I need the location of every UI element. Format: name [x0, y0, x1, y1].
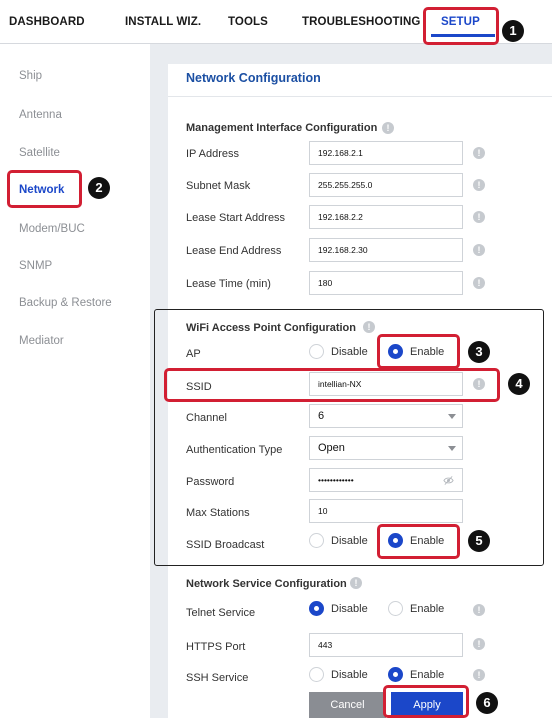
sidebar-item-ship[interactable]: Ship — [19, 70, 42, 82]
sidebar-item-snmp[interactable]: SNMP — [19, 260, 52, 272]
cancel-button[interactable]: Cancel — [309, 692, 386, 718]
ip-address-label: IP Address — [186, 148, 239, 160]
lease-time-label: Lease Time (min) — [186, 278, 271, 290]
max-stations-label: Max Stations — [186, 507, 250, 519]
ssid-row-highlight — [164, 368, 500, 402]
app: DASHBOARD INSTALL WIZ. TOOLS TROUBLESHOO… — [0, 0, 552, 718]
ap-disable-label: Disable — [331, 346, 368, 358]
tab-troubleshooting[interactable]: TROUBLESHOOTING — [302, 16, 420, 28]
ssh-disable-label: Disable — [331, 669, 368, 681]
sidebar-item-mediator[interactable]: Mediator — [19, 335, 64, 347]
ip-address-input[interactable]: 192.168.2.1 — [309, 141, 463, 165]
tab-dashboard[interactable]: DASHBOARD — [9, 16, 85, 28]
lease-time-input[interactable]: 180 — [309, 271, 463, 295]
step-marker-4: 4 — [508, 373, 530, 395]
password-input[interactable]: •••••••••••• — [309, 468, 463, 492]
info-icon[interactable]: ! — [473, 211, 485, 223]
telnet-disable-label: Disable — [331, 603, 368, 615]
ssid-broadcast-enable-highlight — [377, 524, 460, 559]
auth-type-value: Open — [318, 442, 345, 454]
ap-label: AP — [186, 348, 201, 360]
lease-start-input[interactable]: 192.168.2.2 — [309, 205, 463, 229]
subnet-mask-input[interactable]: 255.255.255.0 — [309, 173, 463, 197]
service-section-title: Network Service Configuration — [186, 578, 347, 590]
step-marker-5: 5 — [468, 530, 490, 552]
chevron-down-icon — [448, 414, 456, 419]
step-marker-6: 6 — [476, 692, 498, 714]
telnet-label: Telnet Service — [186, 607, 256, 619]
password-value: •••••••••••• — [318, 475, 354, 485]
apply-button-highlight — [383, 685, 469, 718]
channel-label: Channel — [186, 412, 227, 424]
title-divider — [168, 96, 552, 97]
auth-type-label: Authentication Type — [186, 444, 283, 456]
info-icon[interactable]: ! — [473, 147, 485, 159]
lease-start-label: Lease Start Address — [186, 212, 286, 224]
step-marker-3: 3 — [468, 341, 490, 363]
info-icon[interactable]: ! — [473, 638, 485, 650]
setup-tab-highlight — [423, 7, 499, 45]
info-icon[interactable]: ! — [382, 122, 394, 134]
telnet-enable-label: Enable — [410, 603, 445, 615]
lease-end-label: Lease End Address — [186, 245, 282, 257]
management-section-title: Management Interface Configuration — [186, 122, 378, 134]
ssid-broadcast-disable-radio[interactable] — [309, 533, 324, 548]
ssh-enable-label: Enable — [410, 669, 445, 681]
network-item-highlight — [7, 170, 82, 208]
max-stations-input[interactable]: 10 — [309, 499, 463, 523]
telnet-disable-radio[interactable] — [309, 601, 324, 616]
tab-install-wiz[interactable]: INSTALL WIZ. — [125, 16, 201, 28]
info-icon[interactable]: ! — [473, 179, 485, 191]
sidebar-item-antenna[interactable]: Antenna — [19, 109, 62, 121]
ssh-disable-radio[interactable] — [309, 667, 324, 682]
info-icon[interactable]: ! — [473, 604, 485, 616]
step-marker-2: 2 — [88, 177, 110, 199]
ssh-label: SSH Service — [186, 672, 249, 684]
wifi-section-title: WiFi Access Point Configuration — [186, 322, 357, 334]
info-icon[interactable]: ! — [473, 277, 485, 289]
telnet-enable-radio[interactable] — [388, 601, 403, 616]
auth-type-select[interactable]: Open — [309, 436, 463, 460]
tab-tools[interactable]: TOOLS — [228, 16, 268, 28]
eye-icon[interactable] — [443, 475, 454, 486]
page-title: Network Configuration — [186, 71, 321, 85]
lease-end-input[interactable]: 192.168.2.30 — [309, 238, 463, 262]
step-marker-1: 1 — [502, 20, 524, 42]
info-icon[interactable]: ! — [363, 321, 375, 333]
info-icon[interactable]: ! — [473, 244, 485, 256]
channel-value: 6 — [318, 410, 325, 422]
subnet-mask-label: Subnet Mask — [186, 180, 251, 192]
sidebar-item-satellite[interactable]: Satellite — [19, 147, 60, 159]
ssh-enable-radio[interactable] — [388, 667, 403, 682]
sidebar-item-backup-restore[interactable]: Backup & Restore — [19, 297, 112, 309]
ap-disable-radio[interactable] — [309, 344, 324, 359]
password-label: Password — [186, 476, 235, 488]
channel-select[interactable]: 6 — [309, 404, 463, 428]
ssid-broadcast-label: SSID Broadcast — [186, 539, 265, 551]
chevron-down-icon — [448, 446, 456, 451]
sidebar-item-modem-buc[interactable]: Modem/BUC — [19, 223, 85, 235]
info-icon[interactable]: ! — [473, 669, 485, 681]
ssid-broadcast-disable-label: Disable — [331, 535, 368, 547]
ap-enable-highlight — [377, 334, 460, 369]
https-port-input[interactable]: 443 — [309, 633, 463, 657]
https-port-label: HTTPS Port — [186, 641, 246, 653]
sidebar — [0, 44, 150, 718]
info-icon[interactable]: ! — [350, 577, 362, 589]
